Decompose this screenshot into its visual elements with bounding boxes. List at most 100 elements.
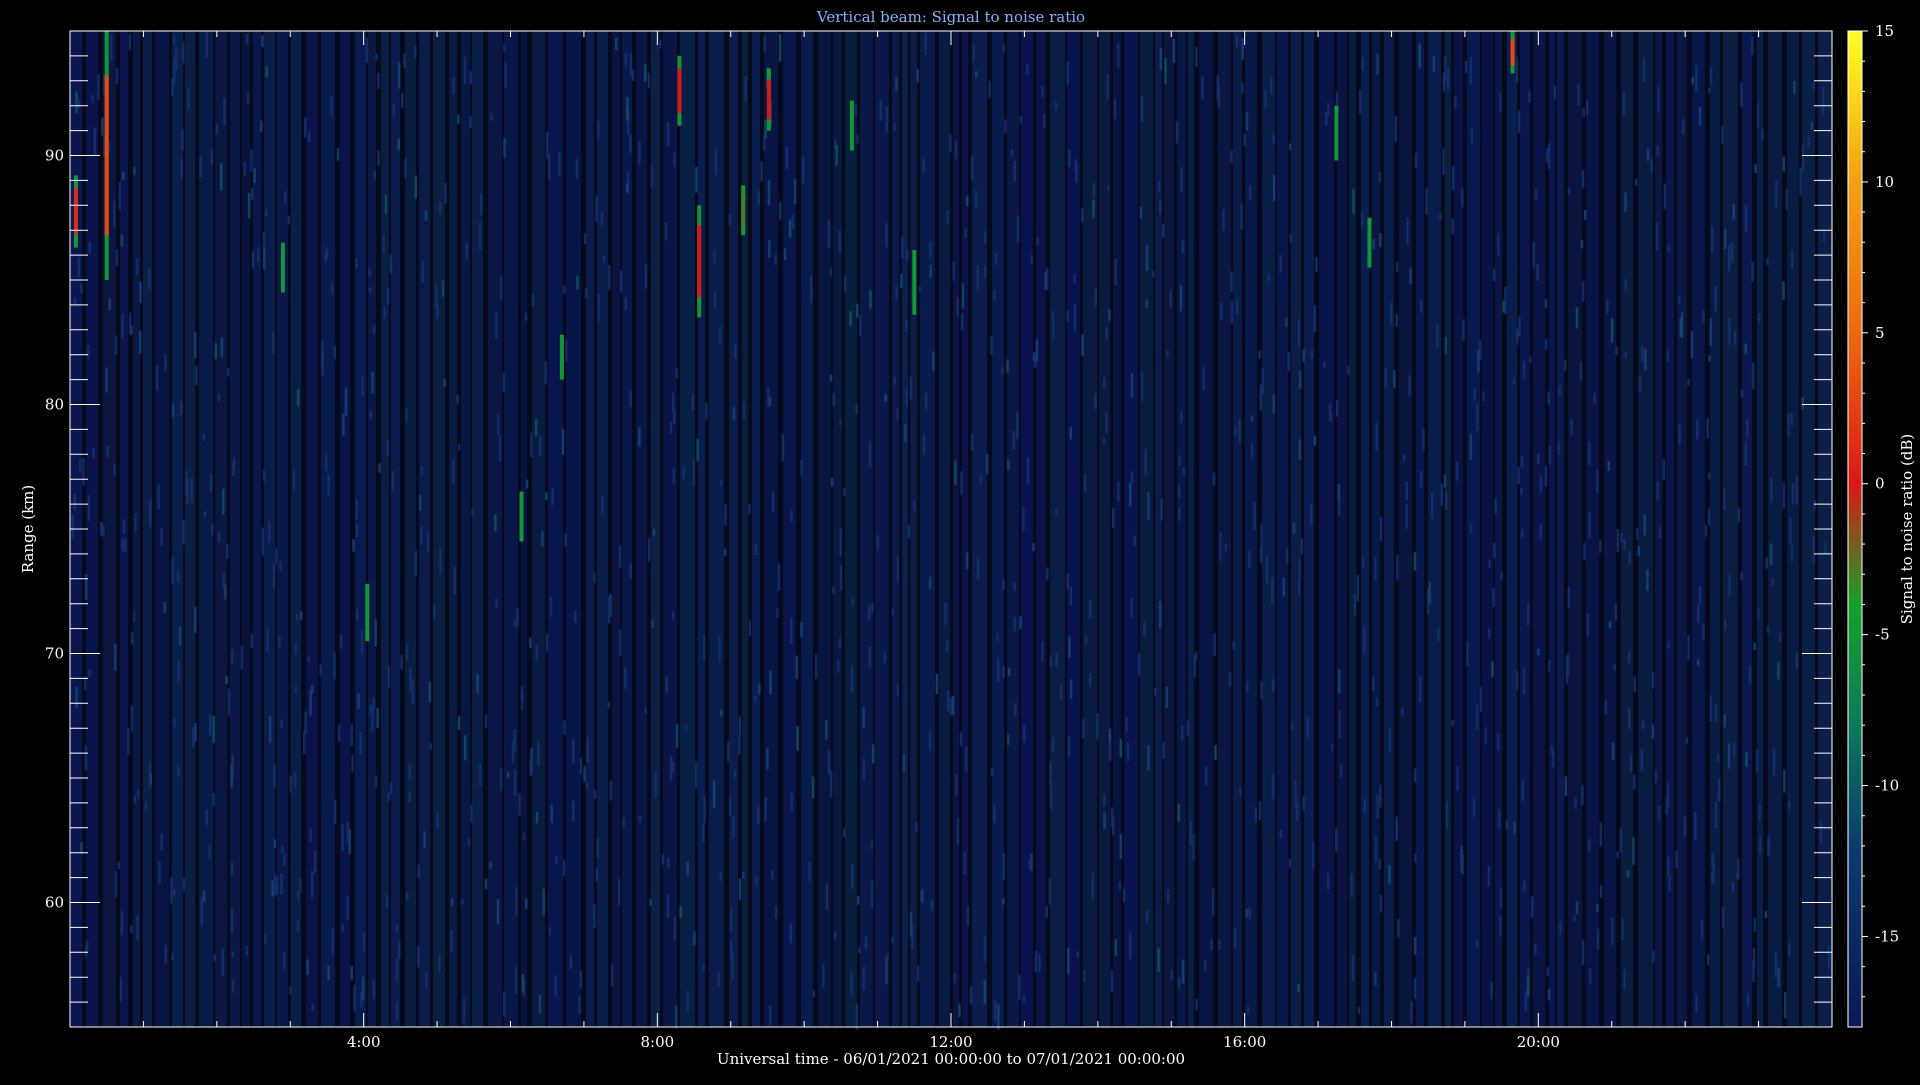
noise-speckle	[1640, 345, 1644, 362]
noise-speckle	[263, 247, 266, 270]
noise-gap	[724, 31, 729, 1027]
noise-speckle	[702, 634, 706, 662]
noise-speckle	[383, 307, 386, 320]
noise-speckle	[1288, 143, 1292, 151]
noise-speckle	[1361, 557, 1365, 568]
noise-speckle	[896, 684, 899, 697]
noise-speckle	[1010, 149, 1014, 156]
noise-gap	[470, 31, 472, 1027]
noise-speckle	[186, 477, 189, 505]
noise-speckle	[548, 153, 551, 179]
noise-speckle	[1606, 299, 1609, 314]
noise-column	[461, 31, 470, 1027]
noise-speckle	[755, 876, 758, 887]
noise-speckle	[1604, 699, 1608, 714]
noise-speckle	[1783, 769, 1786, 793]
noise-speckle	[1723, 229, 1727, 250]
noise-speckle	[1178, 507, 1181, 521]
noise-speckle	[1298, 559, 1301, 582]
noise-speckle	[1696, 419, 1699, 439]
noise-speckle	[1455, 461, 1459, 481]
noise-speckle	[391, 471, 394, 491]
noise-speckle	[1704, 525, 1708, 537]
noise-gap	[1213, 31, 1218, 1027]
noise-speckle	[525, 898, 528, 909]
noise-speckle	[293, 772, 297, 787]
noise-speckle	[891, 608, 895, 616]
noise-column	[1621, 31, 1633, 1027]
noise-speckle	[1323, 361, 1326, 368]
colorbar-tick-label: -15	[1875, 927, 1899, 945]
noise-speckle	[664, 221, 668, 241]
noise-speckle	[136, 915, 139, 940]
noise-speckle	[900, 273, 903, 289]
noise-speckle	[1698, 107, 1702, 126]
noise-speckle	[1310, 350, 1314, 359]
noise-speckle	[1771, 578, 1775, 587]
noise-speckle	[378, 463, 381, 473]
noise-speckle	[585, 782, 589, 790]
noise-speckle	[1447, 67, 1450, 90]
noise-speckle	[376, 707, 379, 728]
noise-speckle	[382, 235, 385, 253]
noise-speckle	[457, 444, 461, 451]
noise-speckle	[384, 194, 388, 215]
noise-speckle	[534, 418, 538, 436]
noise-column	[172, 31, 183, 1027]
noise-column	[920, 31, 935, 1027]
noise-speckle	[88, 669, 91, 678]
noise-speckle	[851, 863, 854, 889]
noise-speckle	[1126, 742, 1130, 761]
noise-speckle	[644, 264, 648, 289]
noise-speckle	[1125, 717, 1128, 733]
noise-speckle	[1819, 822, 1823, 844]
noise-speckle	[1678, 296, 1681, 304]
noise-speckle	[240, 645, 243, 670]
noise-speckle	[164, 354, 167, 372]
noise-speckle	[1516, 328, 1519, 345]
noise-speckle	[213, 954, 216, 962]
noise-speckle	[830, 478, 834, 487]
noise-speckle	[920, 889, 924, 903]
noise-speckle	[905, 319, 908, 333]
noise-speckle	[91, 94, 94, 103]
noise-speckle	[692, 459, 696, 486]
noise-speckle	[1128, 482, 1132, 507]
noise-speckle	[296, 919, 300, 932]
noise-speckle	[1716, 754, 1720, 762]
noise-speckle	[1013, 160, 1016, 182]
noise-column	[939, 31, 950, 1027]
noise-speckle	[1245, 909, 1249, 918]
noise-speckle	[246, 34, 249, 44]
noise-speckle	[1112, 507, 1115, 528]
noise-speckle	[411, 679, 415, 704]
noise-gap	[1231, 31, 1233, 1027]
snr-heatmap-chart: 4:00 8:00 12:00 16:00 20:00 60708090 Vertica…	[19, 8, 1916, 1068]
noise-speckle	[1727, 244, 1731, 272]
noise-speckle	[499, 768, 503, 791]
noise-speckle	[1045, 905, 1048, 918]
noise-speckle	[1028, 858, 1031, 869]
noise-column	[1742, 31, 1752, 1027]
noise-speckle	[1180, 167, 1183, 192]
noise-speckle	[205, 809, 208, 826]
noise-column	[860, 31, 873, 1027]
noise-speckle	[558, 152, 561, 177]
noise-speckle	[408, 764, 411, 780]
noise-gap	[457, 31, 461, 1027]
noise-speckle	[1443, 474, 1447, 488]
noise-speckle	[1147, 745, 1150, 771]
noise-speckle	[667, 122, 670, 147]
noise-speckle	[374, 619, 377, 647]
noise-speckle	[586, 736, 589, 763]
noise-column	[449, 31, 457, 1027]
noise-speckle	[1582, 281, 1585, 302]
noise-speckle	[1790, 413, 1793, 426]
noise-speckle	[202, 433, 206, 441]
noise-speckle	[114, 335, 118, 355]
noise-speckle	[342, 413, 345, 436]
noise-speckle	[954, 460, 957, 486]
noise-speckle	[362, 932, 366, 952]
noise-column	[1007, 31, 1019, 1027]
colorbar-tick-label: 10	[1875, 173, 1894, 191]
